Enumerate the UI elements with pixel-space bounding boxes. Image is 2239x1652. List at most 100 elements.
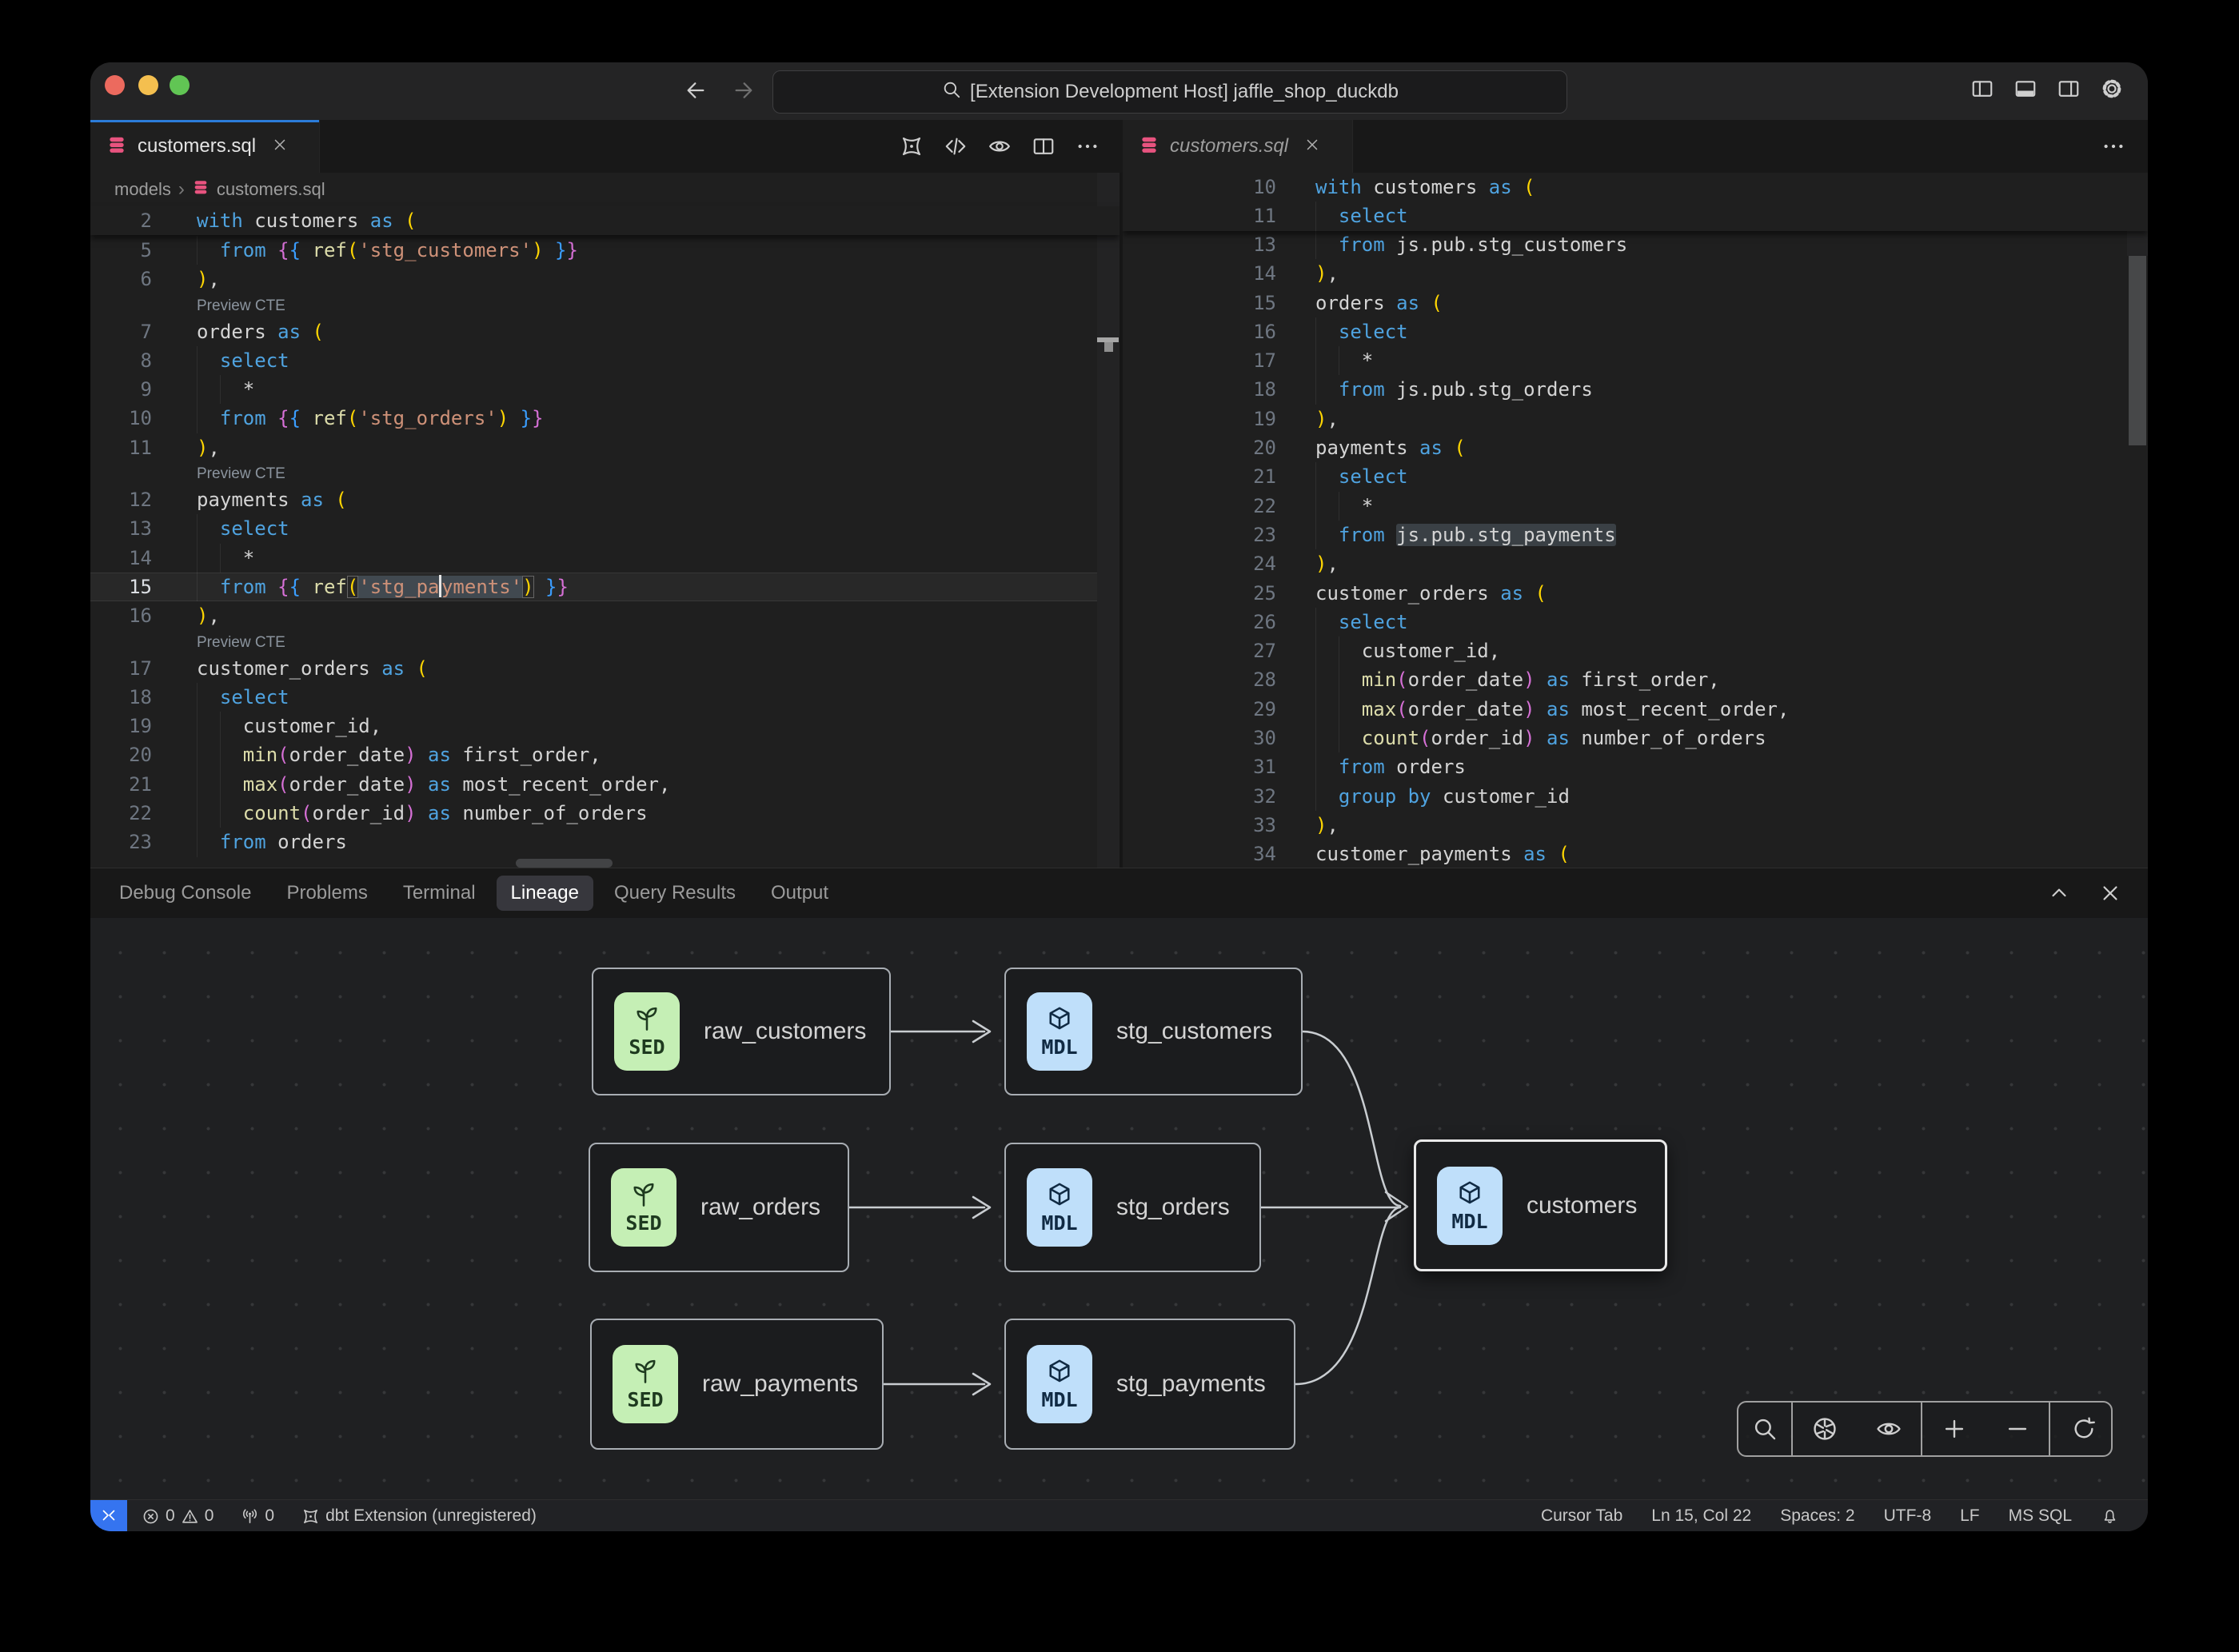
close-tab-icon[interactable] [271,136,289,158]
horizontal-scrollbar[interactable] [516,859,613,868]
back-button[interactable] [682,77,709,104]
status-ln-15-col-22[interactable]: Ln 15, Col 22 [1651,1506,1751,1526]
forward-button[interactable] [730,77,757,104]
code-line-8[interactable]: 8 select [90,346,1120,375]
panel-tab-lineage[interactable]: Lineage [497,876,593,911]
sticky-scroll[interactable]: 10with customers as (11 select [1123,173,2148,231]
code-line-15[interactable]: 15orders as ( [1123,289,2148,317]
editor-left[interactable]: models › customers.sql 2with customers a… [90,173,1120,868]
code-line-2[interactable]: 2with customers as ( [90,206,1120,235]
vertical-scrollbar[interactable] [2129,256,2146,445]
refresh-button[interactable] [2070,1415,2097,1443]
eye-button[interactable] [1875,1415,1902,1443]
lineage-node-stg_customers[interactable]: MDLstg_customers [1004,968,1303,1095]
lineage-node-customers[interactable]: MDLcustomers [1414,1139,1667,1271]
close-icon[interactable] [271,136,289,154]
code-line-23[interactable]: 23 from js.pub.stg_payments [1123,521,2148,549]
breadcrumb-folder[interactable]: models [114,179,171,200]
tab-customers-sql-left[interactable]: customers.sql [90,120,320,173]
status-lf[interactable]: LF [1960,1506,1980,1526]
code-line-22[interactable]: 22 count(order_id) as number_of_orders [90,799,1120,828]
panel-tab-debug-console[interactable]: Debug Console [119,882,251,904]
plus-button[interactable] [1941,1415,1968,1443]
status-spaces-2[interactable]: Spaces: 2 [1780,1506,1854,1526]
code-line-31[interactable]: 31 from orders [1123,752,2148,781]
close-icon[interactable] [1303,136,1321,154]
close-window-button[interactable] [105,75,125,95]
breadcrumb-file[interactable]: customers.sql [217,179,325,200]
code-line-19[interactable]: 19 customer_id, [90,712,1120,740]
status-ms-sql[interactable]: MS SQL [2009,1506,2072,1526]
codelens-preview-cte[interactable]: Preview CTE [90,294,1120,317]
layout-sidebar-left-button[interactable] [1969,75,1996,102]
code-line-14[interactable]: 14 * [90,544,1120,573]
status-warning[interactable]: 00 [142,1506,214,1526]
code-line-30[interactable]: 30 count(order_id) as number_of_orders [1123,724,2148,752]
code-line-20[interactable]: 20payments as ( [1123,433,2148,462]
editor-right[interactable]: 10with customers as (11 select 13 from j… [1123,173,2148,868]
status-dbt[interactable]: dbt Extension (unregistered) [301,1506,537,1526]
code-line-33[interactable]: 33), [1123,811,2148,840]
dots-button[interactable] [2100,133,2127,160]
code-line-21[interactable]: 21 select [1123,462,2148,491]
lineage-node-raw_orders[interactable]: SEDraw_orders [589,1143,849,1272]
layout-panel-button[interactable] [2012,75,2039,102]
panel-tab-output[interactable]: Output [771,882,828,904]
code-line-32[interactable]: 32 group by customer_id [1123,782,2148,811]
dbt-button[interactable] [898,133,925,160]
layout-sidebar-right-button[interactable] [2055,75,2082,102]
code-line-25[interactable]: 25customer_orders as ( [1123,579,2148,608]
code-line-9[interactable]: 9 * [90,375,1120,404]
code-line-29[interactable]: 29 max(order_date) as most_recent_order, [1123,695,2148,724]
code-line-13[interactable]: 13 select [90,514,1120,543]
code-line-11[interactable]: 11), [90,433,1120,462]
maximize-window-button[interactable] [170,75,190,95]
code-line-6[interactable]: 6), [90,265,1120,293]
status-cursor-tab[interactable]: Cursor Tab [1541,1506,1622,1526]
code-line-17[interactable]: 17 * [1123,346,2148,375]
panel-tab-query-results[interactable]: Query Results [614,882,736,904]
code-line-18[interactable]: 18 from js.pub.stg_orders [1123,375,2148,404]
lineage-node-stg_orders[interactable]: MDLstg_orders [1004,1143,1261,1272]
breadcrumb[interactable]: models › customers.sql [114,173,325,206]
code-line-5[interactable]: 5 from {{ ref('stg_customers') }} [90,236,1120,265]
code-line-16[interactable]: 16), [90,601,1120,630]
chevron-up-button[interactable] [2045,880,2073,907]
status-bell[interactable] [2101,1507,2119,1526]
tab-customers-sql-right[interactable]: customers.sql [1123,120,1353,173]
code-line-15[interactable]: 15 from {{ ref('stg_payments') }} [90,573,1120,601]
status-ports[interactable]: 0 [241,1506,274,1526]
code-line-10[interactable]: 10with customers as ( [1123,173,2148,202]
code-line-18[interactable]: 18 select [90,683,1120,712]
code-line-13[interactable]: 13 from js.pub.stg_customers [1123,230,2148,259]
code-line-14[interactable]: 14), [1123,259,2148,288]
code-line-28[interactable]: 28 min(order_date) as first_order, [1123,665,2148,694]
remote-icon[interactable] [99,1506,118,1526]
aperture-button[interactable] [1811,1415,1838,1443]
command-center-search[interactable]: [Extension Development Host] jaffle_shop… [772,70,1567,114]
split-button[interactable] [1030,133,1057,160]
code-line-34[interactable]: 34customer_payments as ( [1123,840,2148,868]
lineage-node-raw_payments[interactable]: SEDraw_payments [590,1319,884,1450]
search-button[interactable] [1751,1415,1778,1443]
code-line-11[interactable]: 11 select [1123,202,2148,230]
lineage-node-raw_customers[interactable]: SEDraw_customers [592,968,891,1095]
code-line-7[interactable]: 7orders as ( [90,317,1120,346]
code-line-12[interactable]: 12payments as ( [90,485,1120,514]
dots-button[interactable] [1074,133,1101,160]
codelens-preview-cte[interactable]: Preview CTE [90,462,1120,485]
code-line-20[interactable]: 20 min(order_date) as first_order, [90,740,1120,769]
code-line-16[interactable]: 16 select [1123,317,2148,346]
code-line-17[interactable]: 17customer_orders as ( [90,654,1120,683]
lineage-node-stg_payments[interactable]: MDLstg_payments [1004,1319,1295,1450]
status-utf-8[interactable]: UTF-8 [1884,1506,1932,1526]
remote-indicator-button[interactable] [90,1500,127,1531]
minus-button[interactable] [2004,1415,2031,1443]
sticky-scroll[interactable]: 2with customers as ( [90,206,1120,235]
minimize-window-button[interactable] [138,75,158,95]
code-line-24[interactable]: 24), [1123,549,2148,578]
code-line-23[interactable]: 23 from orders [90,828,1120,856]
close-button[interactable] [2097,880,2124,907]
panel-tab-terminal[interactable]: Terminal [403,882,476,904]
eye-button[interactable] [986,133,1013,160]
